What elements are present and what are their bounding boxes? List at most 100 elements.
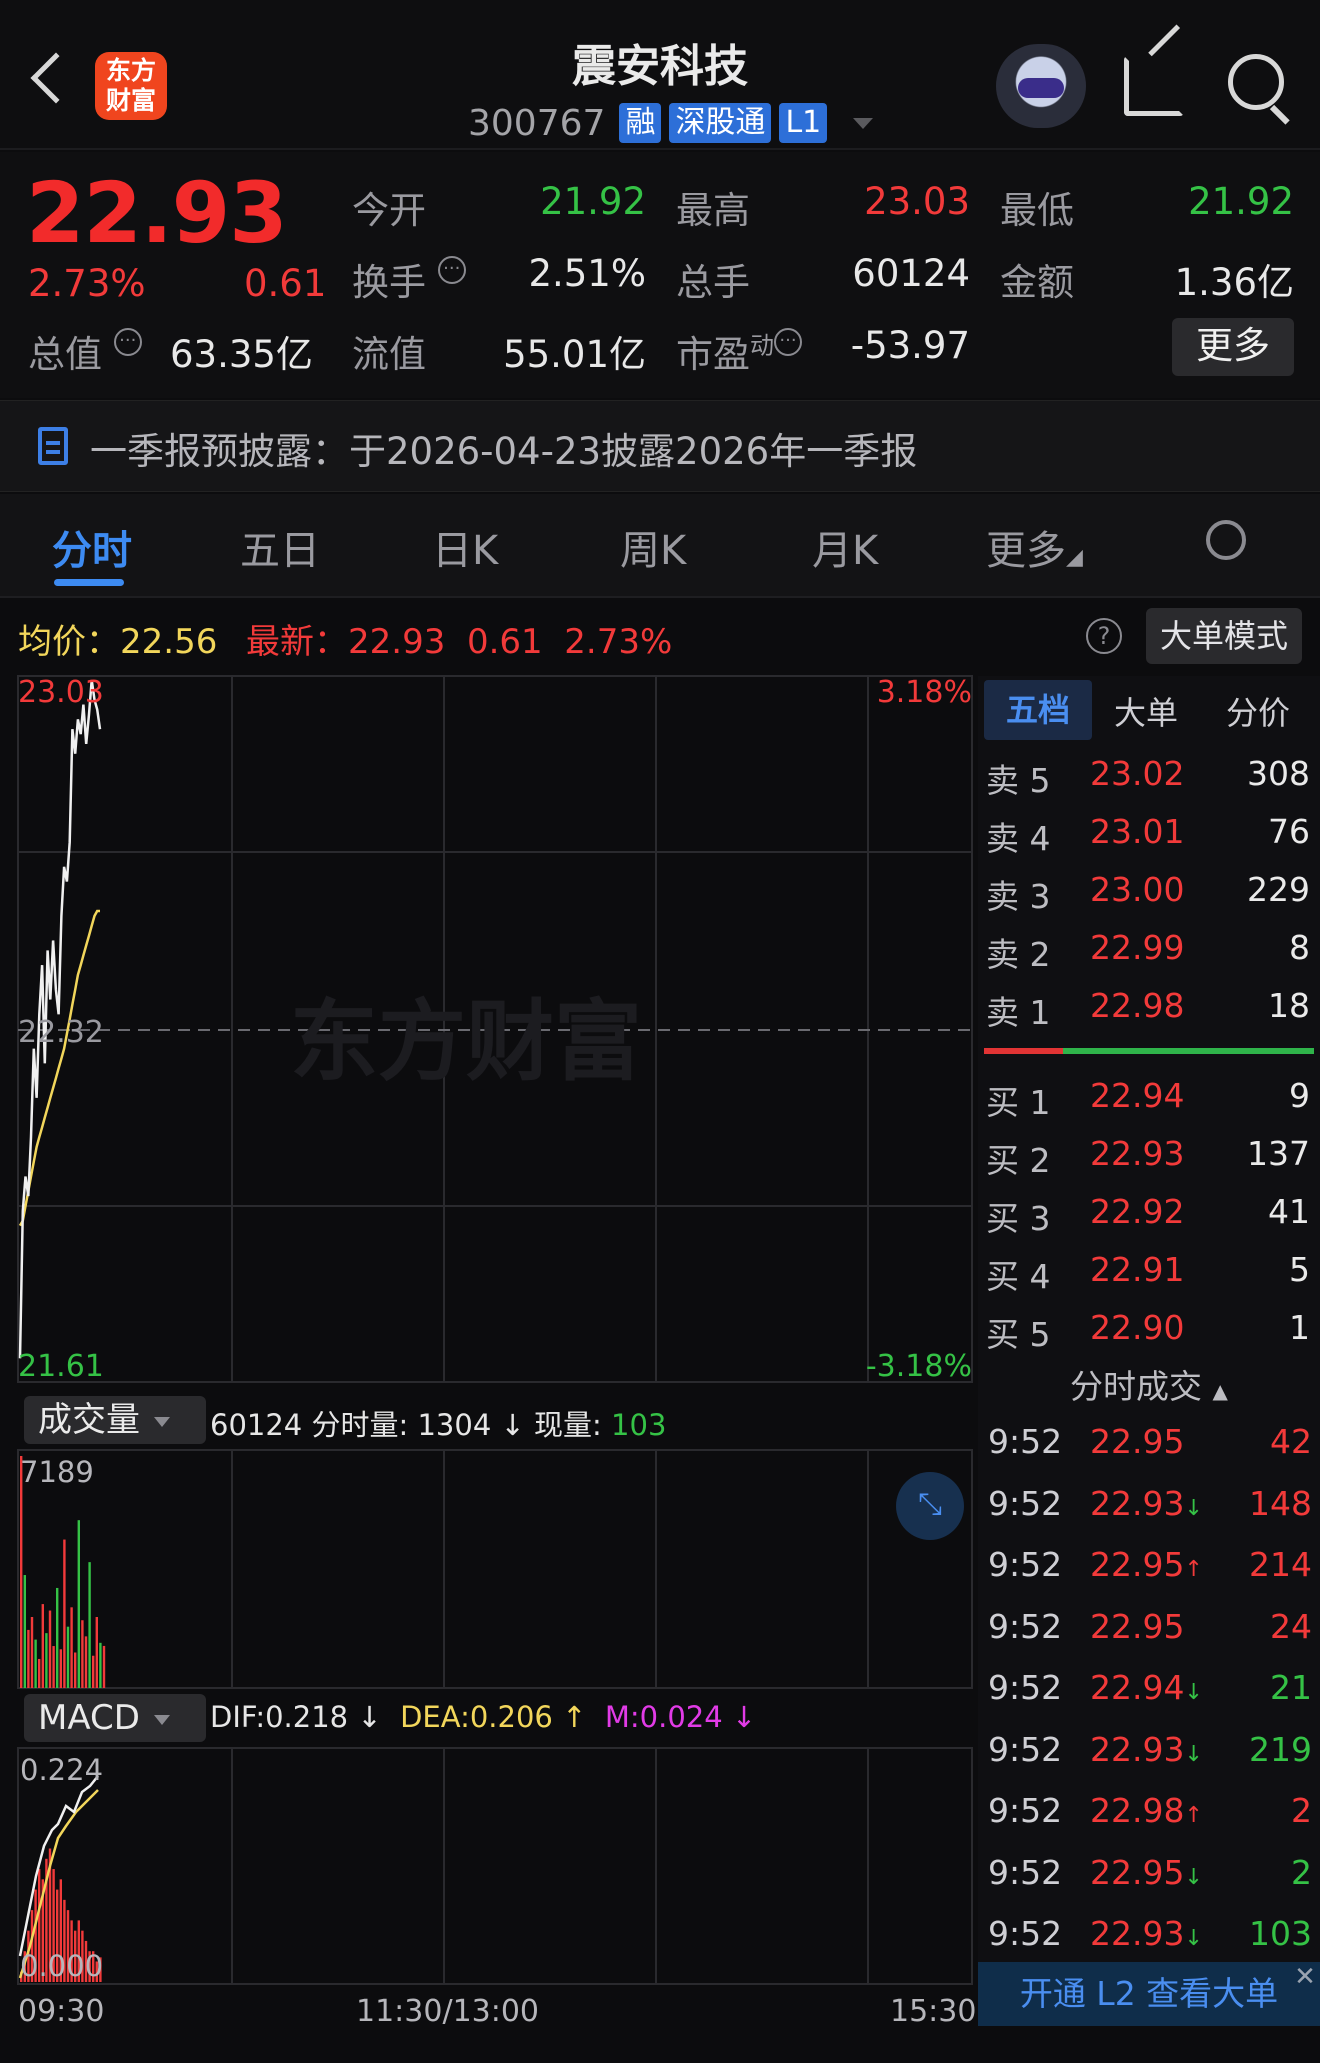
- big-order-mode-button[interactable]: 大单模式: [1146, 608, 1302, 664]
- volume-bar: [27, 1629, 30, 1688]
- trade-row: 9:52 22.95↓ 2: [988, 1852, 1312, 1892]
- high-value: 23.03: [864, 180, 970, 223]
- more-button[interactable]: 更多: [1172, 318, 1294, 376]
- open-label: 今开: [352, 189, 426, 232]
- volume-bar: [63, 1539, 66, 1688]
- stock-name: 震安科技: [572, 41, 748, 92]
- tab-big-orders[interactable]: 大单: [1114, 688, 1178, 734]
- macd-summary: DIF:0.218 ↓ DEA:0.206 ↑ M:0.024 ↓: [210, 1700, 757, 1734]
- volume-value: 60124: [852, 252, 970, 295]
- trade-row: 9:52 22.93↓ 148: [988, 1483, 1312, 1523]
- tab-intraday[interactable]: 分时: [52, 518, 132, 576]
- assistant-robot-icon[interactable]: [996, 44, 1086, 128]
- volume-bar: [88, 1562, 91, 1688]
- info-icon[interactable]: ···: [113, 328, 142, 356]
- expand-icon[interactable]: ⤡: [896, 1472, 964, 1540]
- macd-grid: [17, 1747, 973, 1985]
- info-icon[interactable]: ···: [437, 256, 466, 284]
- trade-row: 9:52 22.95↑ 214: [988, 1545, 1312, 1584]
- volume-bar: [74, 1652, 77, 1688]
- tab-daily-k[interactable]: 日K: [432, 518, 498, 576]
- macd-chart[interactable]: 0.224 0.000: [0, 1746, 978, 1988]
- tab-more[interactable]: 更多◢: [986, 518, 1083, 576]
- turnover-value: 2.51%: [528, 252, 646, 295]
- volume-bar: [38, 1658, 41, 1688]
- info-icon[interactable]: ···: [774, 328, 802, 356]
- search-icon[interactable]: [1228, 54, 1284, 110]
- pe-value: -53.97: [850, 324, 970, 367]
- ask-row[interactable]: 卖 3 23.00 229: [978, 862, 1320, 920]
- x-label-close: 15:30: [890, 1994, 977, 2029]
- pe-label: 市盈动 ···: [676, 324, 802, 378]
- tab-weekly-k[interactable]: 周K: [620, 518, 686, 576]
- intraday-price-chart[interactable]: 东方财富 23.03 22.32 21.61 3.18% -3.18%: [0, 672, 978, 1386]
- change-amount: 0.61: [244, 262, 327, 305]
- x-label-midday: 11:30/13:00: [356, 1994, 540, 2029]
- ask-row[interactable]: 卖 4 23.01 76: [978, 804, 1320, 862]
- tab-monthly-k[interactable]: 月K: [812, 518, 878, 576]
- volume-chart[interactable]: 7189: [0, 1448, 978, 1690]
- ask-row[interactable]: 卖 2 22.99 8: [978, 920, 1320, 978]
- volume-bar: [23, 1575, 26, 1688]
- open-l2-button[interactable]: 开通 L2 查看大单: [978, 1962, 1320, 2026]
- active-tab-indicator: [54, 579, 124, 586]
- notice-text: 一季报预披露：于2026-04-23披露2026年一季报: [90, 430, 918, 473]
- volume-panel-header: 成交量: [24, 1396, 206, 1444]
- volume-bar: [52, 1646, 55, 1688]
- y-label-mid: 22.32: [18, 1015, 104, 1050]
- float-value: 55.01亿: [503, 333, 646, 376]
- bid-row[interactable]: 买 4 22.91 5: [978, 1242, 1320, 1300]
- volume-bar: [41, 1604, 44, 1688]
- macd-top-label: 0.224: [20, 1753, 103, 1787]
- trade-row: 9:52 22.93↓ 103: [988, 1914, 1312, 1953]
- bottom-bar: [0, 2032, 1320, 2063]
- y-label-bottom: 21.61: [18, 1349, 104, 1384]
- ask-row[interactable]: 卖 5 23.02 308: [978, 746, 1320, 804]
- bid-row[interactable]: 买 3 22.92 41: [978, 1184, 1320, 1242]
- trade-row: 9:52 22.93↓ 219: [988, 1729, 1312, 1769]
- bid-row[interactable]: 买 1 22.94 9: [978, 1068, 1320, 1126]
- volume-grid: [17, 1449, 973, 1689]
- volume-bar: [99, 1642, 102, 1688]
- gear-icon[interactable]: [1206, 520, 1246, 560]
- pct-label-top: 3.18%: [877, 675, 972, 710]
- close-icon[interactable]: ✕: [1290, 1962, 1320, 1992]
- latest-price: 最新：22.93 0.61 2.73%: [246, 622, 673, 662]
- tab-price-dist[interactable]: 分价: [1226, 688, 1290, 734]
- bid-row[interactable]: 买 5 22.90 1: [978, 1300, 1320, 1358]
- trade-row: 9:52 22.95 24: [988, 1606, 1312, 1646]
- report-notice[interactable]: 一季报预披露：于2026-04-23披露2026年一季报: [0, 400, 1320, 492]
- volume-bar: [30, 1617, 34, 1688]
- volume-bar: [66, 1626, 70, 1688]
- document-icon: [38, 427, 68, 465]
- chevron-down-icon[interactable]: [853, 117, 874, 129]
- top-bar: 东方 财富 震安科技 300767 融 深股通 L1: [0, 0, 1320, 150]
- tab-five-levels[interactable]: 五档: [984, 680, 1092, 740]
- volume-indicator-select[interactable]: 成交量: [24, 1396, 206, 1444]
- macd-indicator-select[interactable]: MACD: [24, 1694, 206, 1742]
- volume-bar: [95, 1617, 98, 1688]
- stock-code-line[interactable]: 300767 融 深股通 L1: [468, 100, 874, 146]
- low-label: 最低: [1000, 189, 1074, 232]
- bid-row[interactable]: 买 2 22.93 137: [978, 1126, 1320, 1184]
- search-handle-icon: [1269, 104, 1290, 125]
- tag-margin: 融: [619, 103, 662, 143]
- tag-level: L1: [779, 103, 828, 143]
- quote-panel: 22.93 2.73% 0.61 总值 ··· 63.35亿 今开 21.92 …: [0, 152, 1320, 398]
- volume-bar: [48, 1610, 52, 1688]
- mktcap-label: 总值 ···: [28, 324, 142, 378]
- macd-bottom-label: 0.000: [20, 1949, 103, 1983]
- ask-row[interactable]: 卖 1 22.98 18: [978, 978, 1320, 1036]
- amount-value: 1.36亿: [1174, 261, 1294, 304]
- volume-bar: [102, 1645, 106, 1688]
- amount-label: 金额: [1000, 261, 1074, 304]
- y-label-top: 23.03: [18, 675, 104, 710]
- share-icon[interactable]: [1124, 56, 1184, 116]
- volume-bar: [84, 1636, 88, 1688]
- tab-five-day[interactable]: 五日: [240, 518, 320, 576]
- help-icon[interactable]: ?: [1086, 618, 1122, 654]
- volume-bar: [45, 1633, 48, 1688]
- trades-header[interactable]: 分时成交 ▲: [978, 1352, 1320, 1408]
- avg-price: 均价：22.56: [18, 622, 218, 662]
- watermark: 东方财富: [290, 990, 642, 1093]
